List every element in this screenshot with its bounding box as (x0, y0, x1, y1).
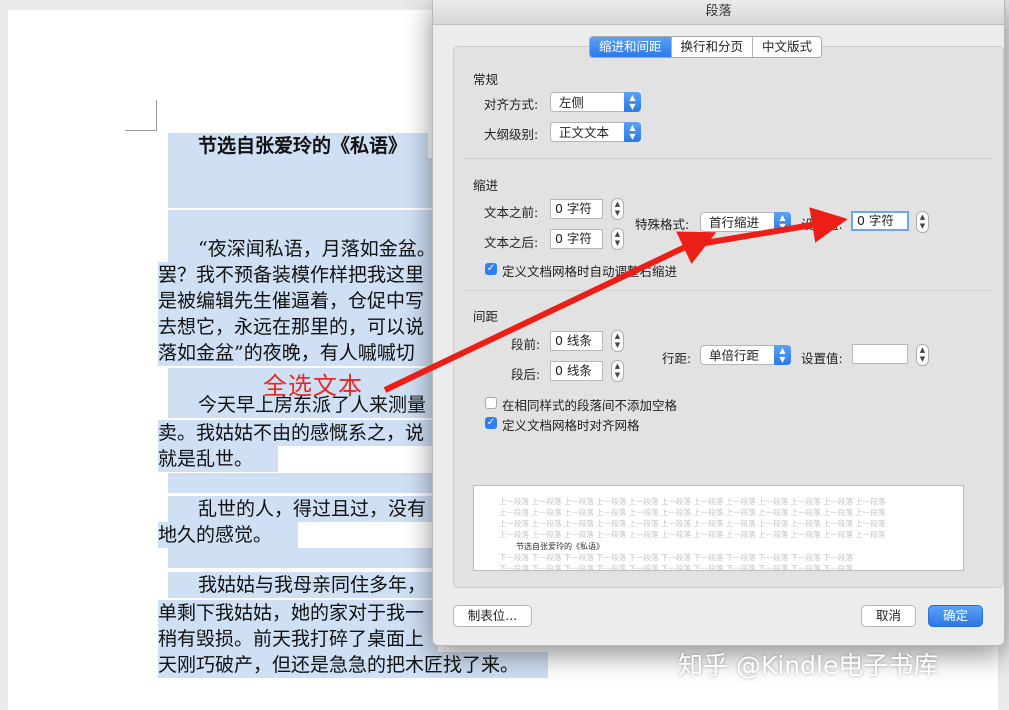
special-format-value: 首行缩进 (709, 215, 760, 230)
preview-next-filler: 下一段落 下一段落 下一段落 下一段落 下一段落 下一段落 下一段落 下一段落 … (499, 553, 853, 562)
outline-level-label: 大纲级别: (484, 127, 539, 142)
selection-block (168, 473, 438, 493)
tab-bar: 缩进和间距 换行和分页 中文版式 (589, 36, 823, 58)
spacing-set-value-field[interactable] (852, 344, 908, 364)
document-line: 地久的感觉。 (158, 522, 298, 548)
tab-asian-typography[interactable]: 中文版式 (752, 37, 822, 57)
indent-value-field[interactable]: 0 字符 (851, 211, 909, 231)
preview-sample-text: 节选自张爱玲的《私语》 (516, 542, 604, 551)
document-line: 乱世的人，得过且过，没有 (168, 496, 438, 522)
ok-button[interactable]: 确定 (928, 605, 983, 627)
document-line: 稍有毁损。前天我打碎了桌面上 (158, 626, 438, 652)
document-line: 卖。我姑姑不由的感慨系之，说 (158, 420, 438, 446)
spacing-after-stepper[interactable]: ▲ ▼ (611, 360, 624, 382)
preview-filler: 上一段落 上一段落 上一段落 上一段落 上一段落 上一段落 上一段落 上一段落 … (499, 497, 886, 506)
selection-block (168, 210, 438, 236)
spacing-after-field[interactable]: 0 线条 (550, 361, 603, 381)
document-line: 就是乱世。 (158, 446, 278, 472)
paragraph-dialog: 段落 缩进和间距 换行和分页 中文版式 常规 对齐方式: 左侧 ▲ ▼ 大纲级别:… (432, 0, 1005, 646)
line-spacing-select[interactable]: 单倍行距 ▲ ▼ (700, 345, 791, 365)
alignment-value: 左侧 (559, 95, 585, 110)
indent-after-field[interactable]: 0 字符 (550, 229, 603, 249)
alignment-select[interactable]: 左侧 ▲ ▼ (550, 92, 641, 112)
popup-arrows-icon: ▲ ▼ (774, 345, 791, 365)
document-line: “夜深闻私语，月落如金盆。 (168, 236, 438, 262)
snap-to-grid-label: 定义文档网格时对齐网格 (502, 418, 640, 433)
document-line: 是被编辑先生催逼着，仓促中写 (158, 288, 438, 314)
special-format-label: 特殊格式: (635, 217, 690, 232)
indent-before-label: 文本之前: (484, 205, 539, 220)
indent-after-stepper[interactable]: ▲ ▼ (611, 228, 624, 250)
watermark: 知乎 @Kindle电子书库 (678, 651, 939, 680)
spacing-set-value-stepper[interactable]: ▲ ▼ (916, 344, 929, 366)
dialog-title: 段落 (433, 0, 1004, 25)
outline-level-select[interactable]: 正文文本 ▲ ▼ (550, 122, 641, 142)
paragraph-preview: 上一段落 上一段落 上一段落 上一段落 上一段落 上一段落 上一段落 上一段落 … (473, 485, 964, 571)
crop-mark (156, 100, 157, 131)
auto-adjust-indent-checkbox[interactable]: ✓ (485, 263, 497, 275)
document-line: 我姑姑与我母亲同住多年， (168, 572, 438, 598)
indent-before-field[interactable]: 0 字符 (550, 199, 603, 219)
popup-arrows-icon: ▲ ▼ (774, 212, 791, 232)
spacing-before-field[interactable]: 0 线条 (550, 331, 603, 351)
indent-before-stepper[interactable]: ▲ ▼ (611, 198, 624, 220)
annotation-label: 全选文本 (263, 372, 363, 400)
tab-line-page-breaks[interactable]: 换行和分页 (670, 37, 753, 57)
spacing-before-stepper[interactable]: ▲ ▼ (611, 330, 624, 352)
indent-value-stepper[interactable]: ▲ ▼ (916, 211, 929, 233)
preview-filler: 上一段落 上一段落 上一段落 上一段落 上一段落 上一段落 上一段落 上一段落 … (499, 530, 886, 539)
indent-after-label: 文本之后: (484, 235, 539, 250)
snap-to-grid-checkbox[interactable]: ✓ (485, 417, 497, 429)
preview-filler: 上一段落 上一段落 上一段落 上一段落 上一段落 上一段落 上一段落 上一段落 … (499, 508, 886, 517)
document-line: 去想它，永远在那里的，可以说 (158, 314, 438, 340)
section-divider (464, 158, 992, 159)
section-divider (464, 290, 992, 291)
crop-mark (125, 130, 157, 131)
document-line: 落如金盆”的夜晚，有人嘁嘁切 (158, 340, 438, 366)
indent-value-label: 设置值: (801, 217, 843, 232)
document-line: 单剩下我姑姑，她的家对于我一 (158, 600, 438, 626)
line-spacing-label: 行距: (662, 351, 692, 366)
alignment-label: 对齐方式: (484, 97, 539, 112)
spacing-before-label: 段前: (511, 337, 541, 352)
special-format-select[interactable]: 首行缩进 ▲ ▼ (700, 212, 791, 232)
selection-block (168, 548, 438, 568)
section-general-title: 常规 (473, 72, 499, 87)
popup-arrows-icon: ▲ ▼ (624, 122, 641, 142)
cancel-button[interactable]: 取消 (861, 605, 916, 627)
document-line: 罢？我不预备装模作样把我这里 (158, 262, 438, 288)
section-indent-title: 缩进 (473, 178, 499, 193)
preview-next-filler: 下一段落 下一段落 下一段落 下一段落 下一段落 下一段落 下一段落 下一段落 … (499, 564, 853, 571)
preview-filler: 上一段落 上一段落 上一段落 上一段落 上一段落 上一段落 上一段落 上一段落 … (499, 519, 886, 528)
selection-block (168, 158, 438, 208)
auto-adjust-indent-label: 定义文档网格时自动调整右缩进 (502, 264, 678, 279)
document-title: 节选自张爱玲的《私语》 (168, 133, 428, 159)
tabs-button[interactable]: 制表位... (453, 605, 532, 627)
section-spacing-title: 间距 (473, 309, 499, 324)
spacing-after-label: 段后: (511, 367, 541, 382)
line-spacing-value: 单倍行距 (709, 348, 760, 363)
document-line: 天刚巧破产，但还是急急的把木匠找了来。 (158, 652, 548, 678)
tab-indents-spacing[interactable]: 缩进和间距 (590, 37, 671, 57)
outline-level-value: 正文文本 (559, 125, 610, 140)
popup-arrows-icon: ▲ ▼ (624, 92, 641, 112)
spacing-set-value-label: 设置值: (801, 351, 843, 366)
no-space-same-style-label: 在相同样式的段落间不添加空格 (502, 398, 678, 413)
no-space-same-style-checkbox[interactable] (485, 397, 497, 409)
